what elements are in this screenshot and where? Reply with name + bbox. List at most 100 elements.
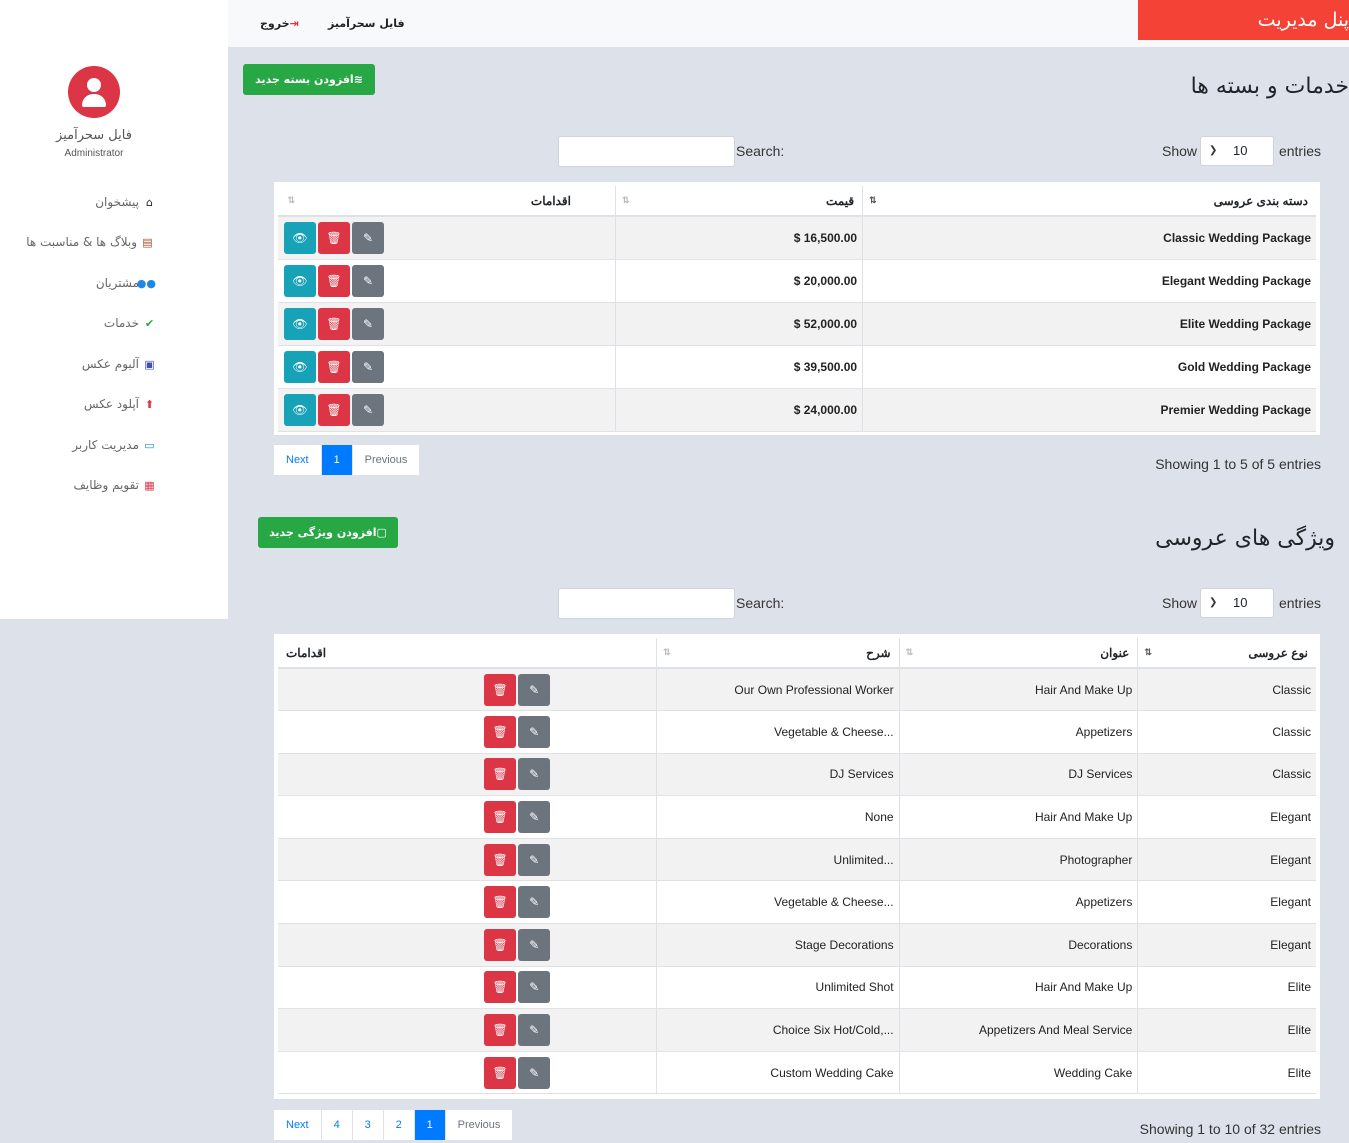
column-header[interactable]: نوع عروسی ⇅ bbox=[1137, 638, 1316, 669]
sidebar-item-album[interactable]: ▣ آلبوم عکس bbox=[82, 354, 156, 374]
view-button[interactable]: 👁 bbox=[284, 393, 316, 426]
feature-title: Hair And Make Up bbox=[898, 966, 1138, 1010]
column-header[interactable]: دسته بندی عروسی ⇅ bbox=[862, 186, 1316, 217]
view-icon: 👁 bbox=[292, 402, 308, 417]
wedding-type: Classic bbox=[1137, 710, 1316, 754]
delete-icon: 🗑 bbox=[326, 316, 342, 331]
feature-title: Decorations bbox=[898, 923, 1138, 967]
delete-button[interactable]: 🗑 bbox=[484, 1056, 517, 1089]
sidebar-item-users[interactable]: ▭ مدیریت کاربر bbox=[72, 435, 156, 455]
delete-button[interactable]: 🗑 bbox=[484, 1014, 517, 1047]
edit-button[interactable]: ✎ bbox=[518, 801, 551, 834]
sidebar-item-services[interactable]: ✔ خدمات bbox=[104, 313, 156, 333]
edit-icon: ✎ bbox=[362, 316, 374, 331]
edit-icon: ✎ bbox=[529, 767, 540, 782]
sidebar-item-customers[interactable]: ●● مشتریان bbox=[96, 273, 156, 293]
column-header[interactable]: شرح ⇅ bbox=[656, 638, 900, 669]
package-price: 16,500.00 $ bbox=[614, 216, 863, 260]
delete-button[interactable]: 🗑 bbox=[318, 350, 350, 383]
table-row: Gold Wedding Package 39,500.00 $ ✎ 🗑 👁 bbox=[278, 345, 1316, 389]
sidebar-item-calendar[interactable]: ▦ تقویم وظایف bbox=[73, 475, 156, 495]
delete-button[interactable]: 🗑 bbox=[484, 801, 517, 834]
delete-button[interactable]: 🗑 bbox=[484, 673, 517, 706]
user-role: Administrator bbox=[64, 148, 124, 159]
delete-icon: 🗑 bbox=[326, 273, 342, 288]
packages-pagination: Next 1 Previous bbox=[273, 444, 421, 476]
next-page-button[interactable]: Next bbox=[274, 1110, 322, 1140]
edit-button[interactable]: ✎ bbox=[518, 1056, 551, 1089]
edit-button[interactable]: ✎ bbox=[352, 350, 384, 383]
row-actions: ✎🗑 bbox=[278, 1008, 657, 1052]
next-page-button[interactable]: Next bbox=[274, 445, 322, 475]
delete-button[interactable]: 🗑 bbox=[484, 843, 517, 876]
column-header[interactable]: قیمت ⇅ bbox=[614, 186, 863, 217]
sidebar-item-blog[interactable]: ▤ وبلاگ ها & مناسبت ها bbox=[26, 232, 154, 252]
edit-button[interactable]: ✎ bbox=[352, 393, 384, 426]
table-row: Elite Wedding Package 52,000.00 $ ✎ 🗑 👁 bbox=[278, 302, 1316, 346]
table-row: Premier Wedding Package 24,000.00 $ ✎ 🗑 👁 bbox=[278, 388, 1316, 432]
edit-button[interactable]: ✎ bbox=[518, 928, 551, 961]
previous-page-button[interactable]: Previous bbox=[446, 1110, 513, 1140]
delete-button[interactable]: 🗑 bbox=[318, 307, 350, 340]
feature-desc: ...Vegetable & Cheese bbox=[656, 880, 900, 925]
brand-title: پنل مدیریت bbox=[1138, 0, 1349, 40]
edit-button[interactable]: ✎ bbox=[518, 971, 551, 1004]
previous-page-button[interactable]: Previous bbox=[353, 445, 420, 475]
view-button[interactable]: 👁 bbox=[284, 307, 316, 340]
avatar bbox=[68, 66, 120, 118]
search-input[interactable] bbox=[558, 136, 735, 167]
row-actions: ✎🗑 bbox=[278, 923, 657, 967]
delete-button[interactable]: 🗑 bbox=[318, 264, 350, 297]
topbar: ⇥خروج فایل سحرآمیز پنل مدیریت bbox=[228, 0, 1349, 47]
add-package-button[interactable]: ≋افزودن بسته جدید bbox=[243, 64, 375, 95]
wedding-type: Classic bbox=[1137, 753, 1316, 797]
delete-icon: 🗑 bbox=[492, 1023, 508, 1038]
column-header[interactable]: عنوان ⇅ bbox=[898, 638, 1138, 669]
delete-button[interactable]: 🗑 bbox=[484, 886, 517, 919]
feature-title: Hair And Make Up bbox=[898, 795, 1138, 839]
edit-button[interactable]: ✎ bbox=[518, 673, 551, 706]
user-link[interactable]: فایل سحرآمیز bbox=[328, 17, 405, 30]
feature-desc: None bbox=[656, 795, 900, 839]
delete-icon: 🗑 bbox=[492, 937, 508, 952]
edit-button[interactable]: ✎ bbox=[352, 307, 384, 340]
delete-button[interactable]: 🗑 bbox=[484, 971, 517, 1004]
delete-button[interactable]: 🗑 bbox=[484, 715, 517, 748]
column-header[interactable]: اقدامات bbox=[278, 638, 657, 669]
edit-button[interactable]: ✎ bbox=[352, 221, 384, 254]
table-row: Elegant Hair And Make Up None ✎🗑 bbox=[278, 795, 1316, 839]
edit-button[interactable]: ✎ bbox=[518, 758, 551, 791]
view-button[interactable]: 👁 bbox=[284, 350, 316, 383]
page-button[interactable]: 4 bbox=[322, 1110, 353, 1140]
view-button[interactable]: 👁 bbox=[284, 264, 316, 297]
edit-button[interactable]: ✎ bbox=[352, 264, 384, 297]
page-button[interactable]: 1 bbox=[414, 1110, 446, 1140]
delete-button[interactable]: 🗑 bbox=[484, 928, 517, 961]
calendar-icon: ▦ bbox=[144, 478, 155, 492]
search-input[interactable] bbox=[558, 588, 735, 619]
edit-button[interactable]: ✎ bbox=[518, 715, 551, 748]
feature-title: DJ Services bbox=[898, 753, 1138, 797]
edit-button[interactable]: ✎ bbox=[518, 843, 551, 876]
add-feature-button[interactable]: ▢افزودن ویژگی جدید bbox=[258, 517, 398, 548]
sidebar-item-upload[interactable]: ⬆ آپلود عکس bbox=[84, 394, 156, 414]
view-icon: 👁 bbox=[292, 273, 308, 288]
delete-button[interactable]: 🗑 bbox=[318, 393, 350, 426]
column-header[interactable]: اقدامات ⇅ bbox=[278, 186, 616, 217]
logout-link[interactable]: ⇥خروج bbox=[260, 17, 299, 30]
wedding-type: Elegant bbox=[1137, 880, 1316, 925]
delete-button[interactable]: 🗑 bbox=[484, 758, 517, 791]
edit-button[interactable]: ✎ bbox=[518, 1014, 551, 1047]
page-button[interactable]: 2 bbox=[384, 1110, 415, 1140]
delete-button[interactable]: 🗑 bbox=[318, 221, 350, 254]
page-size-select[interactable]: ❯ 10 bbox=[1200, 136, 1274, 166]
wedding-type: Elegant bbox=[1137, 795, 1316, 839]
page-size-select[interactable]: ❯ 10 bbox=[1200, 588, 1274, 618]
row-actions: ✎🗑 bbox=[278, 966, 657, 1010]
edit-button[interactable]: ✎ bbox=[518, 886, 551, 919]
page-button[interactable]: 3 bbox=[353, 1110, 384, 1140]
sidebar-item-dashboard[interactable]: ⌂ پیشخوان bbox=[95, 192, 156, 212]
view-button[interactable]: 👁 bbox=[284, 221, 316, 254]
users-icon: ●● bbox=[136, 276, 156, 290]
page-button[interactable]: 1 bbox=[321, 445, 353, 475]
